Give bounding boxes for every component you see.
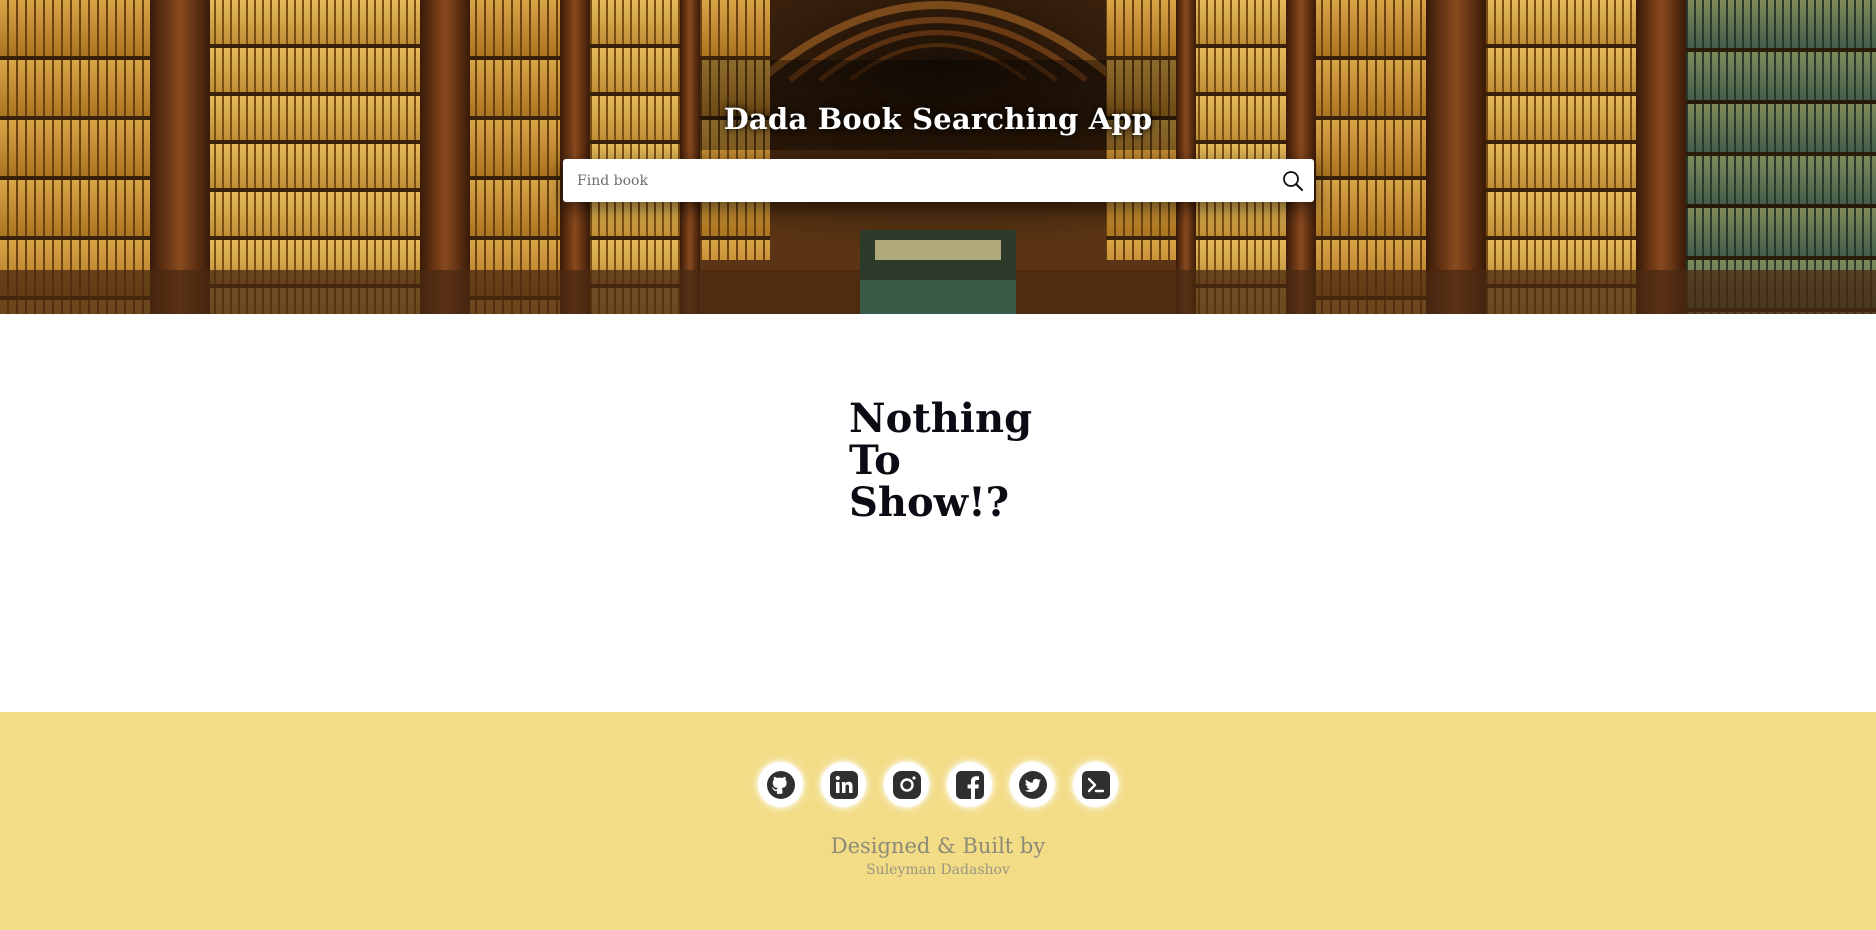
empty-line-2: To bbox=[849, 437, 901, 484]
twitter-link[interactable] bbox=[1010, 762, 1055, 807]
empty-line-3: Show!? bbox=[849, 479, 1010, 526]
terminal-link[interactable] bbox=[1073, 762, 1118, 807]
linkedin-link[interactable] bbox=[821, 762, 866, 807]
twitter-icon bbox=[1018, 770, 1047, 799]
instagram-icon bbox=[892, 770, 921, 799]
instagram-link[interactable] bbox=[884, 762, 929, 807]
empty-line-1: Nothing bbox=[849, 395, 1033, 442]
page-title: Dada Book Searching App bbox=[723, 102, 1153, 136]
credit-text: Designed & Built by bbox=[830, 834, 1046, 858]
empty-results-message: Nothing To Show!? bbox=[849, 398, 1049, 524]
author-name: Suleyman Dadashov bbox=[866, 862, 1010, 878]
search-bar bbox=[563, 159, 1314, 202]
search-button[interactable] bbox=[1272, 159, 1314, 202]
search-icon bbox=[1283, 170, 1303, 191]
search-input[interactable] bbox=[563, 159, 1272, 202]
linkedin-icon bbox=[829, 770, 858, 799]
social-links bbox=[0, 762, 1876, 807]
hero-banner: Dada Book Searching App bbox=[0, 0, 1876, 314]
facebook-icon bbox=[955, 770, 984, 799]
library-background-image bbox=[0, 0, 1876, 314]
github-icon bbox=[766, 770, 795, 799]
facebook-link[interactable] bbox=[947, 762, 992, 807]
terminal-icon bbox=[1081, 770, 1110, 799]
github-link[interactable] bbox=[758, 762, 803, 807]
footer: Designed & Built by Suleyman Dadashov bbox=[0, 712, 1876, 930]
